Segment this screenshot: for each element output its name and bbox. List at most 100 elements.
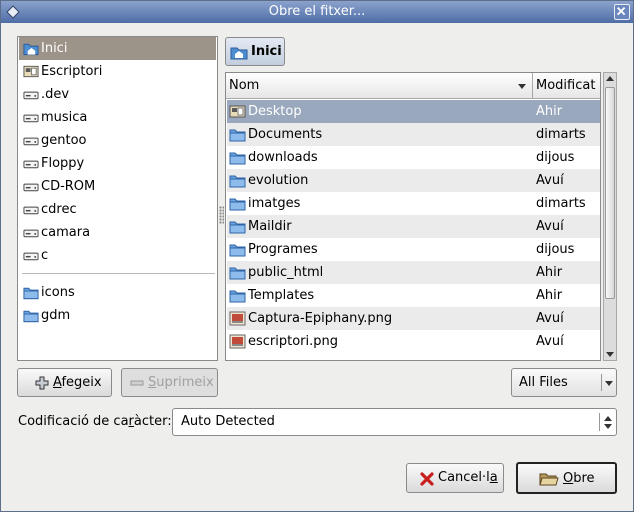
add-bookmark-button[interactable]: Afegeix xyxy=(17,368,112,397)
cancel-button-label: Cancel·la xyxy=(438,470,498,485)
sidebar-item-label: Escriptori xyxy=(41,64,103,79)
sidebar-item-label: Inici xyxy=(41,41,68,56)
open-folder-icon xyxy=(539,473,559,486)
places-separator xyxy=(22,273,215,274)
file-modified: Avuí xyxy=(536,173,564,188)
scrollbar-thumb[interactable] xyxy=(605,87,615,299)
sidebar-item-label: cdrec xyxy=(41,202,77,217)
minus-icon xyxy=(130,380,144,386)
file-modified: dimarts xyxy=(536,127,586,142)
file-row[interactable]: Captura-Epiphany.png Avuí xyxy=(227,307,600,330)
close-icon xyxy=(616,6,626,16)
file-name: Templates xyxy=(248,288,315,303)
image-file-icon xyxy=(229,311,246,326)
file-row[interactable]: evolution Avuí xyxy=(227,169,600,192)
file-filter-select[interactable]: All Files xyxy=(511,368,617,397)
file-name: Captura-Epiphany.png xyxy=(248,311,393,326)
column-header-name[interactable]: Nom xyxy=(226,73,533,99)
encoding-select[interactable]: Auto Detected xyxy=(172,408,617,436)
chevron-down-icon xyxy=(605,381,613,386)
file-row[interactable]: Programes dijous xyxy=(227,238,600,261)
sidebar-item-inici[interactable]: Inici xyxy=(19,37,216,60)
cancel-button[interactable]: Cancel·la xyxy=(406,463,504,493)
pane-resize-handle[interactable] xyxy=(219,206,224,224)
add-button-label: Afegeix xyxy=(53,375,102,390)
combo-divider xyxy=(601,374,602,391)
file-row[interactable]: imatges dimarts xyxy=(227,192,600,215)
chevron-up-icon xyxy=(604,416,612,421)
file-modified: Ahir xyxy=(536,288,563,303)
file-name: Programes xyxy=(248,242,318,257)
file-modified: Ahir xyxy=(536,265,563,280)
sidebar-item-label: .dev xyxy=(41,87,70,102)
title-bar[interactable]: Obre el fitxer... xyxy=(1,1,633,23)
folder-icon xyxy=(229,244,246,257)
file-row[interactable]: Maildir Avuí xyxy=(227,215,600,238)
home-folder-icon xyxy=(230,47,248,60)
encoding-label: Codificació de caràcter: xyxy=(18,414,172,429)
desktop-icon xyxy=(23,65,39,78)
bookmark-item-icons[interactable]: icons xyxy=(19,281,216,304)
home-folder-icon xyxy=(23,43,39,56)
file-name: escriptori.png xyxy=(248,334,339,349)
sidebar-item-label: musica xyxy=(41,110,88,125)
path-button-home[interactable]: Inici xyxy=(225,37,285,66)
file-modified: Avuí xyxy=(536,334,564,349)
file-name: Desktop xyxy=(248,104,302,119)
sidebar-item-label: gentoo xyxy=(41,133,87,148)
drive-icon xyxy=(23,252,39,261)
file-modified: dimarts xyxy=(536,196,586,211)
plus-icon xyxy=(35,376,49,390)
encoding-value: Auto Detected xyxy=(181,414,275,429)
column-name-label: Nom xyxy=(229,78,260,93)
remove-bookmark-button[interactable]: Suprimeix xyxy=(121,368,218,397)
sidebar-item-label: Floppy xyxy=(41,156,85,171)
cancel-icon xyxy=(420,472,434,486)
file-name: Documents xyxy=(248,127,323,142)
column-modified-label: Modificat xyxy=(536,78,596,93)
sidebar-item-label: camara xyxy=(41,225,91,240)
sidebar-item-label: c xyxy=(41,248,49,263)
path-button-label: Inici xyxy=(251,44,282,59)
sidebar-item-escriptori[interactable]: Escriptori xyxy=(19,60,216,83)
scroll-up-icon[interactable] xyxy=(606,76,614,81)
open-button[interactable]: Obre xyxy=(516,462,617,494)
drive-icon xyxy=(23,160,39,169)
folder-icon xyxy=(229,198,246,211)
file-name: Maildir xyxy=(248,219,292,234)
file-filter-value: All Files xyxy=(519,375,568,390)
file-row[interactable]: public_html Ahir xyxy=(227,261,600,284)
file-row[interactable]: escriptori.png Avuí xyxy=(227,330,600,353)
file-list: Nom Modificat Desktop Ahir Documents dimart… xyxy=(225,72,601,361)
folder-icon xyxy=(23,287,39,300)
file-chooser-dialog: Obre el fitxer... Inici Escriptori .dev mus… xyxy=(0,0,634,512)
file-row[interactable]: Documents dimarts xyxy=(227,123,600,146)
close-button[interactable] xyxy=(614,4,630,20)
file-row[interactable]: downloads dijous xyxy=(227,146,600,169)
sidebar-item-musica[interactable]: musica xyxy=(19,106,216,129)
drive-icon xyxy=(23,206,39,215)
desktop-icon xyxy=(229,105,246,118)
window-menu-icon[interactable] xyxy=(5,4,21,20)
window-title: Obre el fitxer... xyxy=(268,4,366,19)
column-header-modified[interactable]: Modificat xyxy=(533,73,600,99)
sidebar-item-c[interactable]: c xyxy=(19,244,216,267)
folder-icon xyxy=(229,267,246,280)
file-list-scrollbar[interactable] xyxy=(603,72,617,361)
sidebar-item-dev[interactable]: .dev xyxy=(19,83,216,106)
scroll-down-icon[interactable] xyxy=(606,352,614,357)
file-row[interactable]: Desktop Ahir xyxy=(227,100,600,123)
sidebar-item-cdrec[interactable]: cdrec xyxy=(19,198,216,221)
bookmark-item-gdm[interactable]: gdm xyxy=(19,304,216,327)
sidebar-item-camara[interactable]: camara xyxy=(19,221,216,244)
folder-icon xyxy=(229,290,246,303)
drive-icon xyxy=(23,183,39,192)
sidebar-item-gentoo[interactable]: gentoo xyxy=(19,129,216,152)
combo-divider xyxy=(599,413,600,431)
file-row[interactable]: Templates Ahir xyxy=(227,284,600,307)
folder-icon xyxy=(229,175,246,188)
file-name: public_html xyxy=(248,265,324,280)
sidebar-item-floppy[interactable]: Floppy xyxy=(19,152,216,175)
sidebar-item-cd-rom[interactable]: CD-ROM xyxy=(19,175,216,198)
file-modified: Ahir xyxy=(536,104,563,119)
